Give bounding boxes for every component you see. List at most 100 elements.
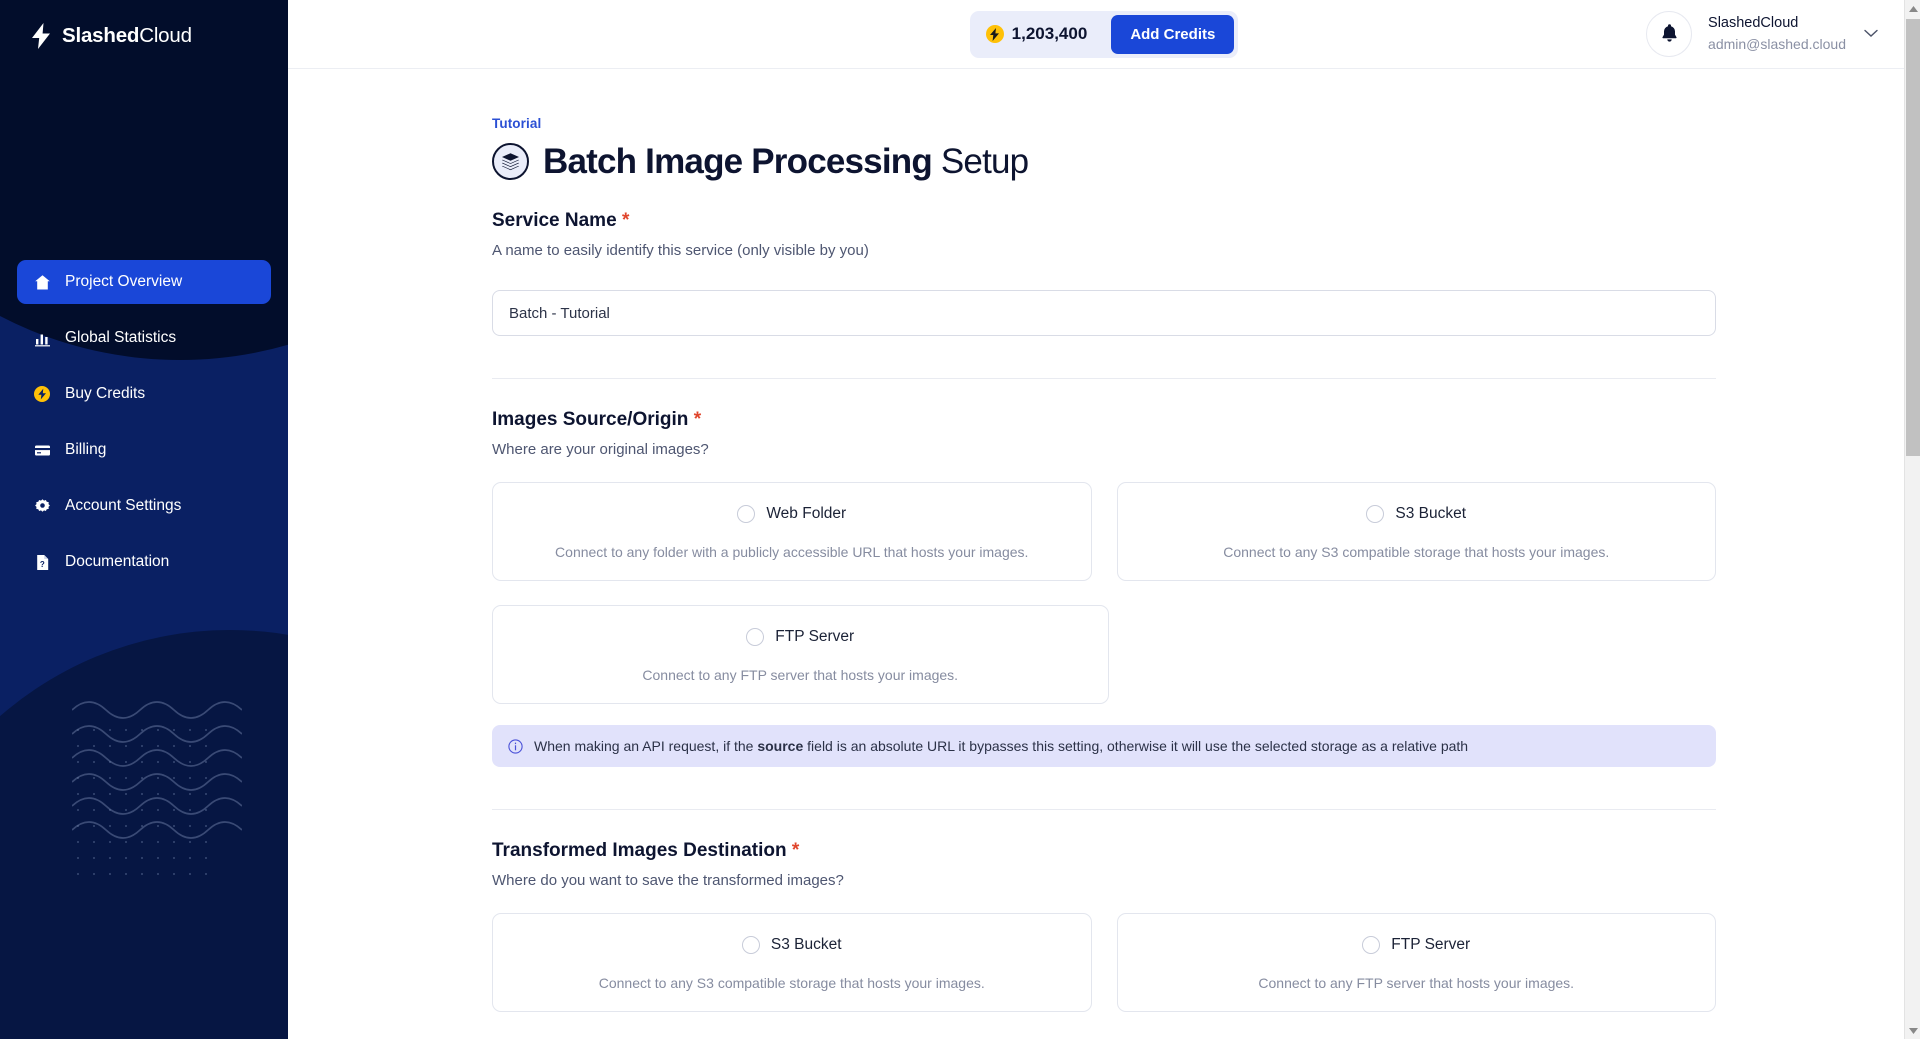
grid-spacer [1134,605,1717,704]
scroll-down-arrow-icon[interactable] [1905,1022,1920,1039]
info-banner-text: When making an API request, if the sourc… [534,738,1468,754]
credit-card-icon [33,441,51,459]
required-asterisk: * [791,840,800,861]
radio-web-folder[interactable] [737,505,756,523]
destination-heading: Transformed Images Destination * [492,840,1716,862]
service-name-description: A name to easily identify this service (… [492,242,869,259]
radio-dest-ftp-server[interactable] [1362,936,1381,954]
brand-name-light: Cloud [139,24,192,47]
sidebar-item-account-settings[interactable]: Account Settings [17,484,271,528]
brand-name: SlashedCloud [62,24,192,48]
brand-name-bold: Slashed [62,24,140,47]
required-asterisk: * [693,409,702,430]
user-area: SlashedCloud admin@slashed.cloud [1646,11,1878,57]
option-header: FTP Server [1134,936,1700,954]
images-source-section: Images Source/Origin * Where are your or… [492,379,1716,767]
sidebar-item-label: Documentation [65,553,170,570]
user-email: admin@slashed.cloud [1708,36,1846,53]
destination-options-row: S3 Bucket Connect to any S3 compatible s… [492,913,1716,1012]
option-card-dest-ftp-server[interactable]: FTP Server Connect to any FTP server tha… [1116,913,1716,1012]
brand-logo[interactable]: SlashedCloud [0,0,288,49]
page-title-bold: Batch Image Processing [543,142,933,181]
radio-s3-bucket[interactable] [1366,505,1385,523]
coin-bolt-icon [33,385,51,403]
sidebar-item-global-statistics[interactable]: Global Statistics [17,316,271,360]
layers-icon [492,143,529,180]
option-description: Connect to any FTP server that hosts you… [642,667,959,683]
credits-widget: 1,203,400 Add Credits [969,10,1239,58]
sidebar-item-documentation[interactable]: ? Documentation [17,540,271,584]
option-label: FTP Server [1391,936,1471,953]
option-label: Web Folder [766,505,847,522]
credits-balance: 1,203,400 [974,24,1102,44]
destination-description: Where do you want to save the transforme… [492,872,844,889]
user-menu[interactable]: SlashedCloud admin@slashed.cloud [1708,13,1878,54]
option-label: S3 Bucket [770,936,842,953]
option-label: FTP Server [775,628,855,645]
images-source-description: Where are your original images? [492,441,709,458]
add-credits-button[interactable]: Add Credits [1111,14,1235,54]
page-title: Batch Image Processing Setup [492,143,1716,180]
service-name-section: Service Name * A name to easily identify… [492,180,1716,336]
images-source-options-row-2: FTP Server Connect to any FTP server tha… [492,605,1716,704]
sidebar-item-project-overview[interactable]: Project Overview [17,260,271,304]
home-icon [33,273,51,291]
bolt-icon [30,23,52,49]
content-scroll-area: Tutorial Batch Image Processing Setup Se… [288,69,1920,1039]
top-header: 1,203,400 Add Credits SlashedCloud admin… [288,0,1920,69]
option-card-dest-s3-bucket[interactable]: S3 Bucket Connect to any S3 compatible s… [492,913,1092,1012]
sidebar-item-label: Project Overview [65,273,183,290]
scrollbar-thumb[interactable] [1906,19,1920,456]
option-card-s3-bucket[interactable]: S3 Bucket Connect to any S3 compatible s… [1116,482,1716,581]
images-source-options-row-1: Web Folder Connect to any folder with a … [492,482,1716,581]
option-description: Connect to any S3 compatible storage tha… [598,975,985,991]
info-text-bold: source [757,738,804,754]
sidebar-item-label: Buy Credits [65,385,146,402]
images-source-heading-text: Images Source/Origin [492,409,689,430]
chevron-down-icon [1864,25,1878,43]
option-header: Web Folder [509,505,1075,523]
page-title-light: Setup [940,142,1029,181]
sidebar-item-billing[interactable]: Billing [17,428,271,472]
option-description: Connect to any S3 compatible storage tha… [1223,544,1610,560]
document-icon: ? [33,553,51,571]
bar-chart-icon [33,329,51,347]
radio-dest-s3-bucket[interactable] [741,936,760,954]
option-header: FTP Server [509,628,1092,646]
main-area: 1,203,400 Add Credits SlashedCloud admin… [288,0,1920,1039]
sidebar-item-label: Billing [65,441,107,458]
option-card-ftp-server[interactable]: FTP Server Connect to any FTP server tha… [492,605,1109,704]
destination-heading-text: Transformed Images Destination [492,840,787,861]
sidebar-item-label: Global Statistics [65,329,177,346]
service-name-heading: Service Name * [492,210,1716,232]
destination-section: Transformed Images Destination * Where d… [492,810,1716,1012]
sidebar-item-buy-credits[interactable]: Buy Credits [17,372,271,416]
service-name-heading-text: Service Name [492,210,617,231]
info-circle-icon [508,738,524,754]
service-name-input[interactable] [492,290,1716,336]
required-asterisk: * [621,210,630,231]
page-scrollbar[interactable] [1904,0,1920,1039]
app-root: SlashedCloud Project Overview Global Sta… [0,0,1920,1039]
option-header: S3 Bucket [509,936,1075,954]
sidebar: SlashedCloud Project Overview Global Sta… [0,0,288,1039]
option-card-web-folder[interactable]: Web Folder Connect to any folder with a … [492,482,1092,581]
api-source-info-banner: When making an API request, if the sourc… [492,725,1716,767]
scroll-up-arrow-icon[interactable] [1905,0,1920,17]
option-description: Connect to any folder with a publicly ac… [555,544,1029,560]
images-source-heading: Images Source/Origin * [492,409,1716,431]
info-text-pre: When making an API request, if the [534,738,758,754]
option-label: S3 Bucket [1395,505,1467,522]
sidebar-nav: Project Overview Global Statistics Buy C… [0,260,288,584]
bell-icon [1660,23,1679,46]
credits-amount-text: 1,203,400 [1011,24,1088,43]
info-text-post: field is an absolute URL it bypasses thi… [803,738,1469,754]
radio-ftp-server[interactable] [746,628,765,646]
sidebar-item-label: Account Settings [65,497,182,514]
wave-pattern-decoration [13,700,243,925]
form-container: Tutorial Batch Image Processing Setup Se… [492,69,1716,1012]
user-name: SlashedCloud [1708,15,1799,32]
coin-bolt-icon [985,25,1004,43]
option-header: S3 Bucket [1134,505,1700,523]
notifications-button[interactable] [1646,11,1693,57]
